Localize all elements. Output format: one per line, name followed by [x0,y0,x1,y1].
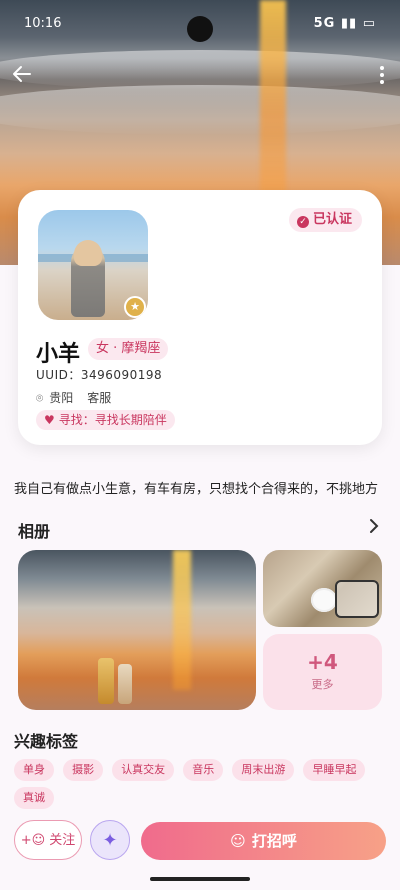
verified-label: 已认证 [312,212,352,227]
interests-title: 兴趣标签 [14,732,79,751]
interest-tag: 单身 [14,759,54,781]
chevron-right-icon[interactable] [368,518,380,538]
profile-bio: 我自己有做点小生意，有车有房，只想找个合得来的，不挑地方 [14,482,379,497]
profile-name: 小羊 [36,342,81,367]
sparkle-icon: ✦ [102,830,118,851]
photo-dog [311,588,337,612]
location-row: ⌾ 贵阳 客服 [36,389,111,406]
photo-bottle [98,658,114,704]
interest-tag: 周末出游 [232,759,295,781]
status-time: 10:16 [24,16,62,31]
follow-label: 关注 [49,833,76,848]
heart-icon: ♥ [44,413,55,427]
gender-sign-tag: 女 · 摩羯座 [88,338,169,360]
album-photo-side[interactable] [263,550,382,627]
seeking-tag: ♥ 寻找：寻找长期陪伴 [36,410,175,430]
location-text: 贵阳 [49,391,74,405]
follow-button[interactable]: +☺ 关注 [14,820,82,860]
interest-tag: 早睡早起 [303,759,366,781]
cover-wave [0,85,400,135]
sparkle-button[interactable]: ✦ [90,820,130,860]
avatar[interactable]: ★ [38,210,148,320]
status-indicators: 5G ▮▮ ▭ [313,16,376,31]
wave-hand-icon: ☺ [230,832,246,850]
more-options-icon[interactable] [376,64,388,86]
album-more-count: +4 [307,650,338,674]
back-arrow-icon[interactable] [10,62,34,86]
photo-bottle [118,664,132,704]
add-user-icon: +☺ [20,833,46,848]
album-more-label: 更多 [311,678,334,691]
camera-cutout [187,16,213,42]
interest-tag: 音乐 [183,759,224,781]
job-text: 客服 [87,391,112,405]
interest-tag: 摄影 [63,759,104,781]
star-badge-icon: ★ [124,296,146,318]
home-indicator [150,877,250,881]
interest-tag: 真诚 [14,787,54,809]
profile-uuid: UUID：3496090198 [36,368,163,382]
status-bar: 10:16 5G ▮▮ ▭ [0,0,400,44]
cover-wave [0,50,400,90]
album-title: 相册 [18,522,51,541]
interest-tag: 认真交友 [112,759,175,781]
location-pin-icon: ⌾ [36,391,44,405]
album-photo-main[interactable] [18,550,256,710]
verified-badge: ✓ 已认证 [288,208,362,232]
profile-card: ★ ✓ 已认证 小羊 女 · 摩羯座 UUID：3496090198 ⌾ 贵阳 客服 … [18,190,382,445]
photo-cart [335,580,379,618]
photo-sun-reflection [173,550,191,690]
check-icon: ✓ [296,216,309,228]
greet-label: 打招呼 [251,832,297,850]
avatar-hair [74,240,102,266]
album-more-button[interactable]: +4 更多 [263,634,382,710]
seeking-text: 寻找：寻找长期陪伴 [58,413,167,427]
interest-tags: 单身 摄影 认真交友 音乐 周末出游 早睡早起 真诚 [14,758,386,814]
greet-button[interactable]: ☺ 打招呼 [141,822,386,860]
